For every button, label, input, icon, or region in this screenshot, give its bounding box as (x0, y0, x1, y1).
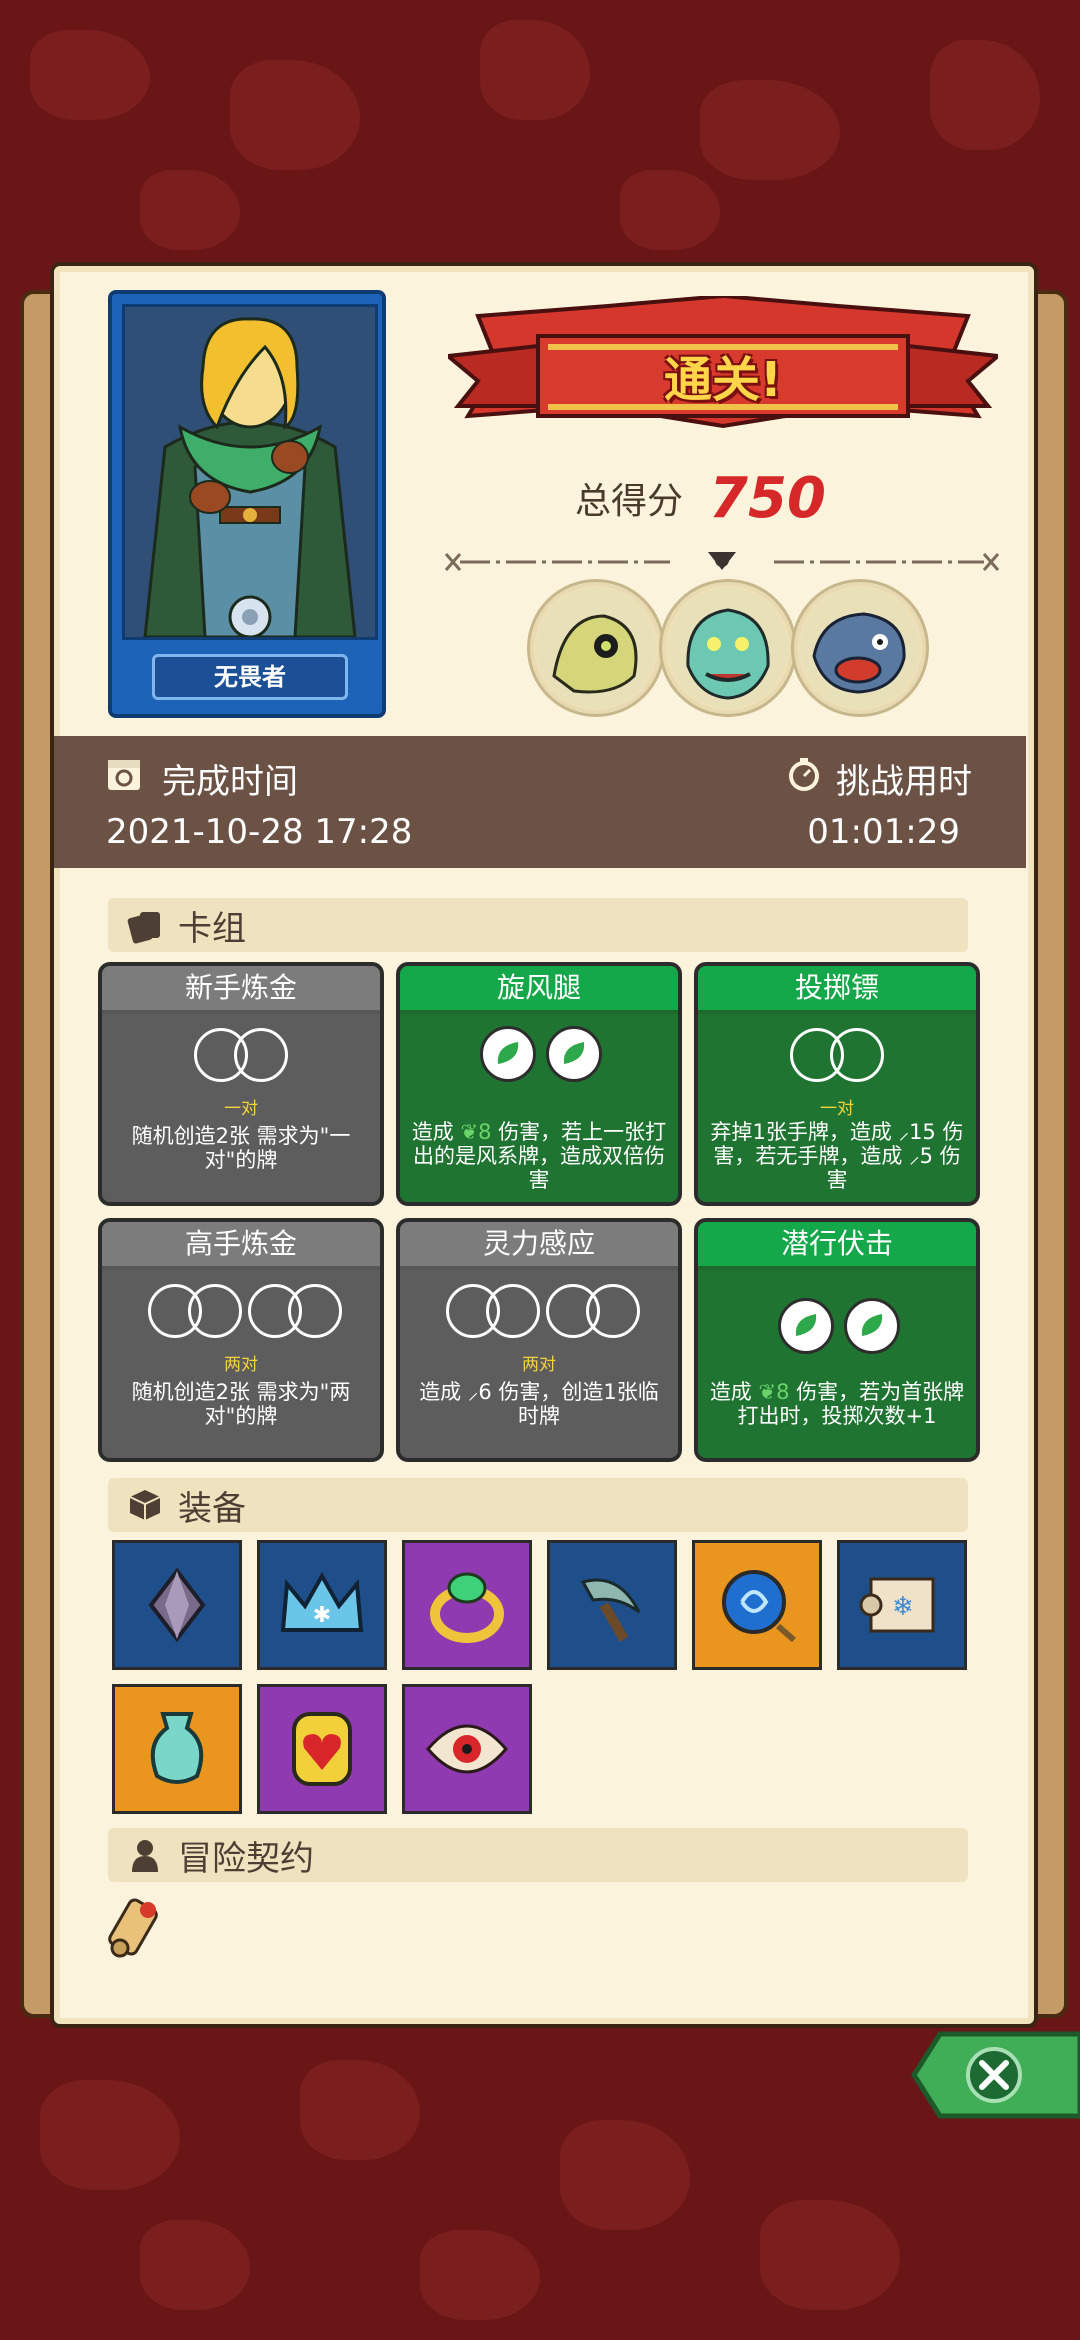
card-title: 旋风腿 (400, 966, 678, 1010)
ornament-divider (444, 552, 1000, 571)
pair-slot-icon (188, 1284, 242, 1338)
hero-card[interactable]: 无畏者 (108, 290, 386, 718)
card-requirement: 两对 (522, 1355, 556, 1375)
wind-leaf-icon (844, 1298, 900, 1354)
ice-crown-icon[interactable]: ✱ (257, 1540, 387, 1670)
contract-header-text: 冒险契约 (178, 1838, 314, 1879)
skill-card[interactable]: 高手炼金 两对 随机创造2张 需求为"两对"的牌 (98, 1218, 384, 1462)
boss-bone-dragon-portrait[interactable] (530, 582, 662, 714)
fire-eye-icon[interactable] (402, 1684, 532, 1814)
calendar-icon (106, 756, 142, 792)
equipment-section-header: 装备 (108, 1478, 968, 1532)
card-description: 造成 ⸝6 伤害，创造1张临时牌 (419, 1380, 659, 1428)
box-icon (126, 1486, 164, 1524)
challenge-time-value: 01:01:29 (807, 812, 960, 852)
card-description: 造成 ❦8 伤害，若为首张牌打出时，投掷次数+1 (709, 1380, 965, 1428)
scroll-icon[interactable] (98, 1888, 178, 1968)
leaf-icon: ❦ (758, 1380, 777, 1404)
deck-section-header: 卡组 (108, 898, 968, 952)
time-info-bar: 完成时间 2021-10-28 17:28 挑战用时 01:01:29 (54, 736, 1026, 868)
card-description: 随机创造2张 需求为"一对"的牌 (131, 1124, 351, 1172)
finish-time-label: 完成时间 (162, 762, 298, 802)
dagger-icon: ⸝ (898, 1120, 910, 1144)
deck-header-text: 卡组 (178, 908, 246, 949)
score-value: 750 (709, 465, 826, 531)
skill-card[interactable]: 投掷镖 一对 弃掉1张手牌，造成 ⸝15 伤害，若无手牌，造成 ⸝5 伤害 (694, 962, 980, 1206)
score-label: 总得分 (575, 481, 684, 522)
contract-section-header: 冒险契约 (108, 1828, 968, 1882)
card-description: 随机创造2张 需求为"两对"的牌 (131, 1380, 351, 1428)
person-icon (126, 1836, 164, 1874)
card-requirement: 两对 (224, 1355, 258, 1375)
frost-scroll-icon[interactable]: ❄ (837, 1540, 967, 1670)
hero-portrait (122, 304, 378, 640)
crystal-icon[interactable] (112, 1540, 242, 1670)
pair-slot-icon (234, 1028, 288, 1082)
heart-amulet-icon[interactable] (257, 1684, 387, 1814)
skill-card[interactable]: 新手炼金 一对 随机创造2张 需求为"一对"的牌 (98, 962, 384, 1206)
card-description: 弃掉1张手牌，造成 ⸝15 伤害，若无手牌，造成 ⸝5 伤害 (710, 1120, 964, 1192)
water-orb-icon[interactable] (692, 1540, 822, 1670)
wind-leaf-icon (546, 1026, 602, 1082)
cards-icon (126, 906, 164, 944)
card-title: 投掷镖 (698, 966, 976, 1010)
svg-text:✱: ✱ (313, 1603, 331, 1628)
boss-sea-monster-portrait[interactable] (662, 582, 794, 714)
emerald-ring-icon[interactable] (402, 1540, 532, 1670)
victory-banner: 通关! (443, 293, 1003, 466)
skill-card[interactable]: 灵力感应 两对 造成 ⸝6 伤害，创造1张临时牌 (396, 1218, 682, 1462)
close-button[interactable] (910, 2030, 1080, 2120)
stopwatch-icon (786, 756, 822, 792)
card-title: 高手炼金 (102, 1222, 380, 1266)
card-description: 造成 ❦8 伤害，若上一张打出的是风系牌，造成双倍伤害 (411, 1120, 667, 1192)
svg-text:❄: ❄ (892, 1592, 914, 1622)
boss-fish-beast-portrait[interactable] (794, 582, 926, 714)
card-title: 潜行伏击 (698, 1222, 976, 1266)
score-row: 总得分 750 (575, 465, 826, 531)
pair-slot-icon (486, 1284, 540, 1338)
wind-leaf-icon (480, 1026, 536, 1082)
skill-card[interactable]: 旋风腿 造成 ❦8 伤害，若上一张打出的是风系牌，造成双倍伤害 (396, 962, 682, 1206)
hero-name: 无畏者 (152, 654, 348, 700)
challenge-time-label: 挑战用时 (836, 762, 972, 802)
leaf-icon: ❦ (460, 1120, 479, 1144)
pair-slot-icon (586, 1284, 640, 1338)
card-title: 新手炼金 (102, 966, 380, 1010)
dagger-icon: ⸝ (909, 1144, 920, 1168)
skill-card[interactable]: 潜行伏击 造成 ❦8 伤害，若为首张牌打出时，投掷次数+1 (694, 1218, 980, 1462)
equipment-header-text: 装备 (178, 1488, 246, 1529)
card-title: 灵力感应 (400, 1222, 678, 1266)
pair-slot-icon (288, 1284, 342, 1338)
victory-title: 通关! (664, 352, 782, 408)
sickle-icon[interactable] (547, 1540, 677, 1670)
card-requirement: 一对 (820, 1099, 854, 1119)
card-requirement: 一对 (224, 1099, 258, 1119)
wind-leaf-icon (778, 1298, 834, 1354)
pair-slot-icon (830, 1028, 884, 1082)
jade-vase-icon[interactable] (112, 1684, 242, 1814)
finish-time-value: 2021-10-28 17:28 (106, 812, 413, 852)
dagger-icon: ⸝ (467, 1380, 479, 1404)
